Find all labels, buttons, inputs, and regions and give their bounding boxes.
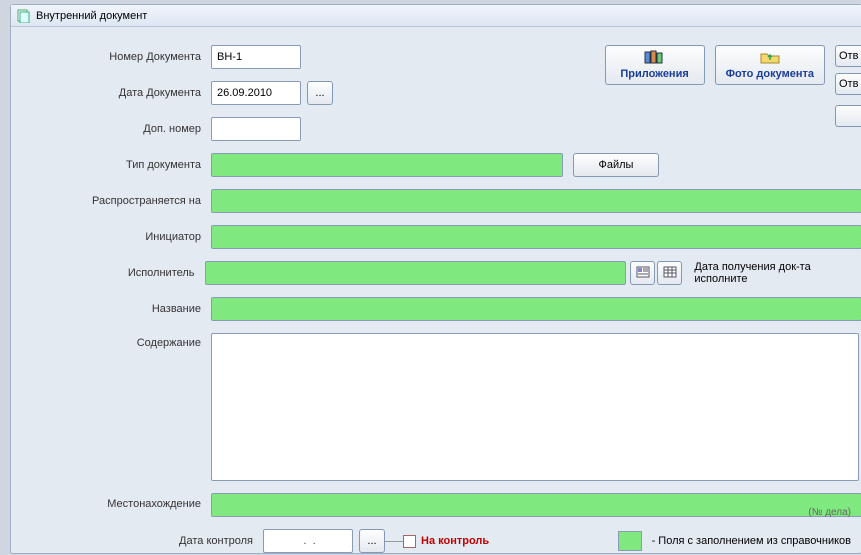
location-sublabel: (№ дела) — [808, 507, 851, 519]
on-control-checkbox[interactable] — [403, 535, 416, 548]
control-date-picker-button[interactable]: ... — [359, 529, 385, 553]
doc-number-label: Номер Документа — [11, 51, 211, 63]
title-field[interactable] — [211, 297, 861, 321]
initiator-field[interactable] — [211, 225, 861, 249]
files-button[interactable]: Файлы — [573, 153, 659, 177]
doc-date-picker-button[interactable]: ... — [307, 81, 333, 105]
executor-pick-button-1[interactable] — [630, 261, 655, 285]
card-icon — [636, 266, 650, 281]
document-icon — [17, 9, 31, 23]
edge-buttons: Отв Отв — [835, 45, 861, 95]
top-buttons: Приложения Фото документа Отв Отв — [605, 45, 861, 95]
doc-type-field[interactable] — [211, 153, 563, 177]
photo-button[interactable]: Фото документа — [715, 45, 825, 85]
initiator-label: Инициатор — [11, 231, 211, 243]
doc-number-input[interactable] — [211, 45, 301, 69]
doc-date-input[interactable] — [211, 81, 301, 105]
content-label: Содержание — [11, 333, 211, 349]
photo-label: Фото документа — [726, 68, 814, 80]
on-control-label: На контроль — [421, 535, 489, 547]
ellipsis-icon: ... — [367, 535, 376, 547]
add-number-input[interactable] — [211, 117, 301, 141]
side-edge-button[interactable] — [835, 105, 861, 127]
attachments-button[interactable]: Приложения — [605, 45, 705, 85]
files-label: Файлы — [599, 159, 634, 171]
books-icon — [644, 50, 666, 66]
connector-line — [385, 541, 403, 542]
title-label: Название — [11, 303, 211, 315]
executor-date-label: Дата получения док-та исполните — [694, 261, 861, 285]
ellipsis-icon: ... — [315, 87, 324, 99]
legend-swatch — [618, 531, 642, 551]
window: Внутренний документ Приложения Фото доку… — [10, 4, 861, 554]
add-number-label: Доп. номер — [11, 123, 211, 135]
doc-type-label: Тип документа — [11, 159, 211, 171]
legend-text: - Поля с заполнением из справочников — [652, 535, 851, 547]
form-content: Приложения Фото документа Отв Отв Номер … — [11, 27, 861, 553]
attachments-label: Приложения — [620, 68, 688, 80]
edge-button-2[interactable]: Отв — [835, 73, 861, 95]
doc-date-label: Дата Документа — [11, 87, 211, 99]
edge-button-1[interactable]: Отв — [835, 45, 861, 67]
content-textarea[interactable] — [211, 333, 859, 481]
spread-field[interactable] — [211, 189, 861, 213]
executor-field[interactable] — [205, 261, 627, 285]
window-title: Внутренний документ — [36, 10, 147, 22]
location-field[interactable] — [211, 493, 861, 517]
control-date-input[interactable] — [263, 529, 353, 553]
grid-icon — [663, 266, 677, 281]
folder-up-icon — [759, 50, 781, 66]
executor-label: Исполнитель — [11, 267, 205, 279]
executor-pick-button-2[interactable] — [657, 261, 682, 285]
control-date-label: Дата контроля — [11, 535, 263, 547]
location-label: Местонахождение (№ дела) — [11, 498, 211, 511]
titlebar: Внутренний документ — [11, 5, 861, 27]
spread-label: Распространяется на — [11, 195, 211, 207]
